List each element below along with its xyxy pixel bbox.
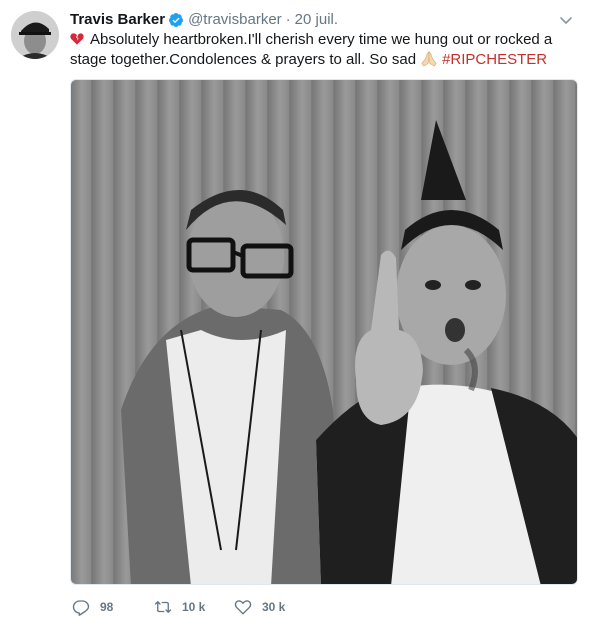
retweet-count: 10 k — [182, 600, 206, 614]
reply-button[interactable]: 98 — [72, 598, 154, 616]
broken-heart-icon — [70, 33, 84, 45]
avatar-photo-icon — [11, 11, 59, 59]
praying-hands-icon — [421, 51, 437, 67]
tweet-text: Absolutely heartbroken.I'll cherish ever… — [70, 30, 570, 70]
hashtag-link[interactable]: #RIPCHESTER — [442, 51, 547, 68]
tweet-date[interactable]: 20 juil. — [295, 10, 338, 30]
reply-icon — [72, 600, 90, 616]
reply-count: 98 — [100, 600, 114, 614]
retweet-button[interactable]: 10 k — [154, 598, 234, 616]
avatar[interactable] — [11, 11, 59, 59]
author-name[interactable]: Travis Barker — [70, 10, 165, 30]
photo-image — [71, 80, 577, 584]
tweet-photo[interactable] — [70, 79, 578, 585]
like-button[interactable]: 30 k — [234, 598, 314, 616]
tweet-card[interactable]: Travis Barker @travisbarker · 20 juil. A… — [0, 0, 590, 626]
separator-dot: · — [285, 11, 291, 28]
retweet-icon — [154, 601, 172, 613]
verified-badge-icon — [169, 13, 184, 27]
like-count: 30 k — [262, 600, 286, 614]
heart-icon — [234, 600, 252, 615]
author-handle[interactable]: @travisbarker — [188, 10, 282, 30]
chevron-down-icon[interactable] — [558, 12, 574, 28]
tweet-header: Travis Barker @travisbarker · 20 juil. — [70, 10, 338, 30]
tweet-actions: 98 10 k 30 k — [72, 598, 314, 616]
